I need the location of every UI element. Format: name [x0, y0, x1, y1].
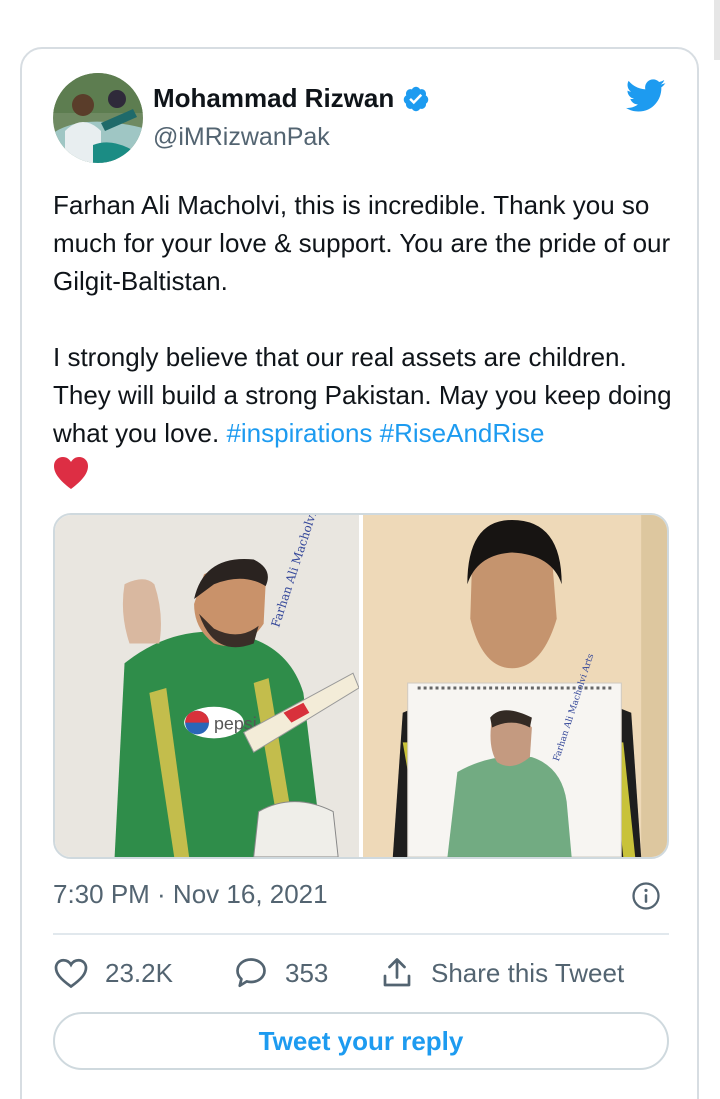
like-count: 23.2K — [105, 957, 173, 988]
hashtag-riseandrise[interactable]: #RiseAndRise — [380, 418, 545, 448]
author-display-name[interactable]: Mohammad Rizwan — [153, 83, 394, 114]
info-icon[interactable] — [631, 881, 661, 911]
reply-button[interactable]: 353 — [233, 953, 328, 993]
share-tweet-button[interactable]: Share this Tweet — [379, 953, 624, 993]
share-tweet-label: Share this Tweet — [431, 957, 625, 988]
heart-outline-icon — [54, 958, 88, 989]
verified-badge-icon — [403, 86, 429, 111]
tweet-text: Farhan Ali Macholvi, this is incredible.… — [53, 186, 683, 490]
share-upload-icon — [383, 958, 411, 987]
tweet-your-reply-button[interactable]: Tweet your reply — [53, 1012, 669, 1070]
tweet-paragraph-1: Farhan Ali Macholvi, this is incredible.… — [53, 190, 671, 296]
avatar[interactable] — [53, 73, 143, 163]
sketch-drawing-illustration: pepsi Farhan Ali Macholvi Arts — [55, 515, 359, 857]
top-clipped-fragment — [110, 0, 140, 2]
hashtag-inspirations[interactable]: #inspirations — [226, 418, 372, 448]
tweet-card: Mohammad Rizwan @iMRizwanPak Farhan Ali … — [20, 47, 699, 1099]
author-name-row[interactable]: Mohammad Rizwan — [153, 83, 430, 114]
scrollbar[interactable] — [714, 0, 720, 60]
tweet-paragraph-2: I strongly believe that our real assets … — [53, 338, 683, 452]
media-image-sketch[interactable]: pepsi Farhan Ali Macholvi Arts — [55, 515, 359, 857]
divider — [53, 933, 669, 935]
like-button[interactable]: 23.2K — [53, 953, 173, 993]
tweet-media-grid: pepsi Farhan Ali Macholvi Arts Farhan Al… — [53, 513, 669, 859]
boy-photo-illustration: Farhan Ali Macholvi Arts — [363, 515, 667, 857]
media-image-boy-with-sketchbook[interactable]: Farhan Ali Macholvi Arts — [363, 515, 667, 857]
speech-bubble-icon — [236, 958, 266, 988]
tweet-timestamp[interactable]: 7:30 PM · Nov 16, 2021 — [53, 879, 328, 910]
red-heart-emoji-icon — [54, 457, 88, 489]
tweet-actions: 23.2K 353 Share this Tweet — [53, 953, 669, 993]
reply-count: 353 — [285, 957, 329, 988]
twitter-bird-icon[interactable] — [623, 75, 669, 115]
author-handle[interactable]: @iMRizwanPak — [153, 123, 330, 152]
